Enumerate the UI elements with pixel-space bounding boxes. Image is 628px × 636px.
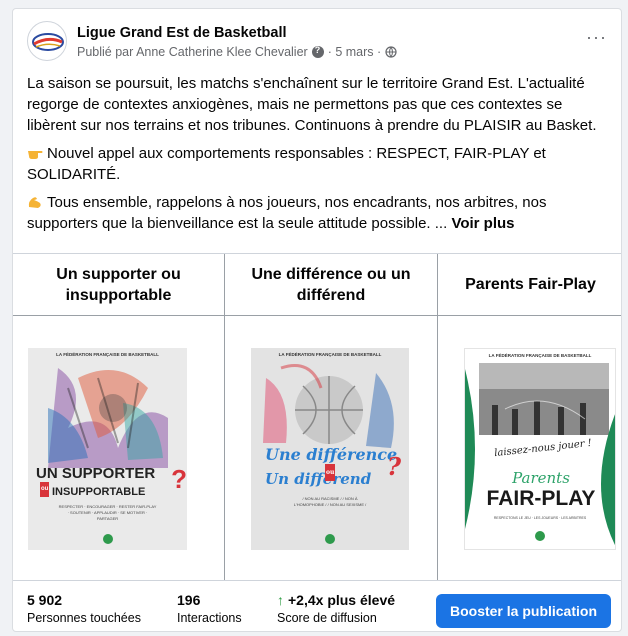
stat-interactions[interactable]: 196 Interactions xyxy=(177,592,242,625)
see-more-link[interactable]: Voir plus xyxy=(451,215,514,232)
flexed-biceps-icon xyxy=(28,197,41,208)
post-card: Ligue Grand Est de Basketball Publié par… xyxy=(12,8,622,632)
poster-1-ou: ou xyxy=(40,482,50,497)
score-value-row: ↑ +2,4x plus élevé xyxy=(277,592,395,608)
boost-post-button[interactable]: Booster la publication xyxy=(435,594,611,628)
post-paragraph-2-text: Nouvel appel aux comportements responsab… xyxy=(27,145,546,183)
post-meta: Publié par Anne Catherine Klee Chevalier… xyxy=(77,45,397,59)
poster-2-subtitle: / NON AU RACISME / / NON À L'HOMOPHOBIE … xyxy=(293,496,367,507)
pointing-hand-icon xyxy=(28,151,43,159)
post-text: La saison se poursuit, les matchs s'ench… xyxy=(27,73,615,241)
poster-supporter[interactable]: LA FÉDÉRATION FRANÇAISE DE BASKETBALL UN… xyxy=(28,348,187,550)
poster-3-title: FAIR-PLAY xyxy=(486,487,596,510)
info-icon[interactable] xyxy=(311,45,324,58)
poster-1-subtitle: RESPECTER · ENCOURAGER · RESTER FAIR-PLA… xyxy=(58,504,157,521)
score-value: +2,4x plus élevé xyxy=(288,592,396,608)
column-title-1: Un supporter ou insupportable xyxy=(13,254,224,316)
grid-column-2[interactable]: Une différence ou un différend LA FÉDÉRA… xyxy=(225,254,438,580)
league-logo-icon xyxy=(32,33,64,51)
interactions-value: 196 xyxy=(177,592,201,608)
grid-column-3[interactable]: Parents Fair-Play LA FÉDÉRATION FRANÇAIS… xyxy=(438,254,621,580)
reach-label: Personnes touchées xyxy=(27,611,141,625)
post-paragraph-1: La saison se poursuit, les matchs s'ench… xyxy=(27,75,597,134)
poster-1-line2: INSUPPORTABLE xyxy=(52,486,146,498)
post-paragraph-3: Tous ensemble, rappelons à nos joueurs, … xyxy=(27,192,615,234)
globe-icon xyxy=(385,46,397,58)
column-title-2: Une différence ou un différend xyxy=(225,254,437,316)
poster-3-script: Parents xyxy=(512,469,570,487)
poster-3-subtitle: RESPECTONS LE JEU · LES JOUEURS · LES AR… xyxy=(493,516,587,520)
interactions-label: Interactions xyxy=(177,611,242,625)
grid-column-1[interactable]: Un supporter ou insupportable LA FÉDÉRAT… xyxy=(13,254,225,580)
poster-1-logo-icon xyxy=(102,534,113,544)
post-insights: 5 902 Personnes touchées 196 Interaction… xyxy=(13,582,621,631)
poster-2-ou: ou xyxy=(325,464,336,481)
post-paragraph-2: Nouvel appel aux comportements responsab… xyxy=(27,143,615,185)
poster-2-logo-icon xyxy=(325,534,335,544)
poster-3-logo-icon xyxy=(535,531,545,541)
poster-2-line1: Une différence xyxy=(265,445,398,464)
stat-reach[interactable]: 5 902 Personnes touchées xyxy=(27,592,141,625)
post-date[interactable]: · 5 mars · xyxy=(328,45,381,59)
score-label: Score de diffusion xyxy=(277,611,377,625)
page-avatar[interactable] xyxy=(27,21,67,61)
stat-score[interactable]: ↑ +2,4x plus élevé Score de diffusion xyxy=(277,592,395,625)
poster-1-title: UN SUPPORTER ou INSUPPORTABLE ? xyxy=(36,465,187,500)
reach-value: 5 902 xyxy=(27,592,63,608)
poster-1-q: ? xyxy=(171,464,187,494)
more-options-button[interactable]: ··· xyxy=(586,27,607,48)
poster-2-title: Une différence ou Un différend ? xyxy=(265,446,405,488)
poster-1-line1: UN SUPPORTER xyxy=(36,465,156,482)
poster-difference[interactable]: LA FÉDÉRATION FRANÇAISE DE BASKETBALL Un… xyxy=(251,348,409,550)
author-line[interactable]: Publié par Anne Catherine Klee Chevalier xyxy=(77,45,308,59)
poster-parents-fairplay[interactable]: LA FÉDÉRATION FRANÇAISE DE BASKETBALL la… xyxy=(464,348,616,550)
page-name[interactable]: Ligue Grand Est de Basketball xyxy=(77,25,287,41)
image-grid: Un supporter ou insupportable LA FÉDÉRAT… xyxy=(13,253,621,581)
column-title-3: Parents Fair-Play xyxy=(438,254,621,316)
poster-2-q: ? xyxy=(386,452,401,481)
arrow-up-icon: ↑ xyxy=(277,592,284,608)
post-header: Ligue Grand Est de Basketball Publié par… xyxy=(13,9,621,67)
